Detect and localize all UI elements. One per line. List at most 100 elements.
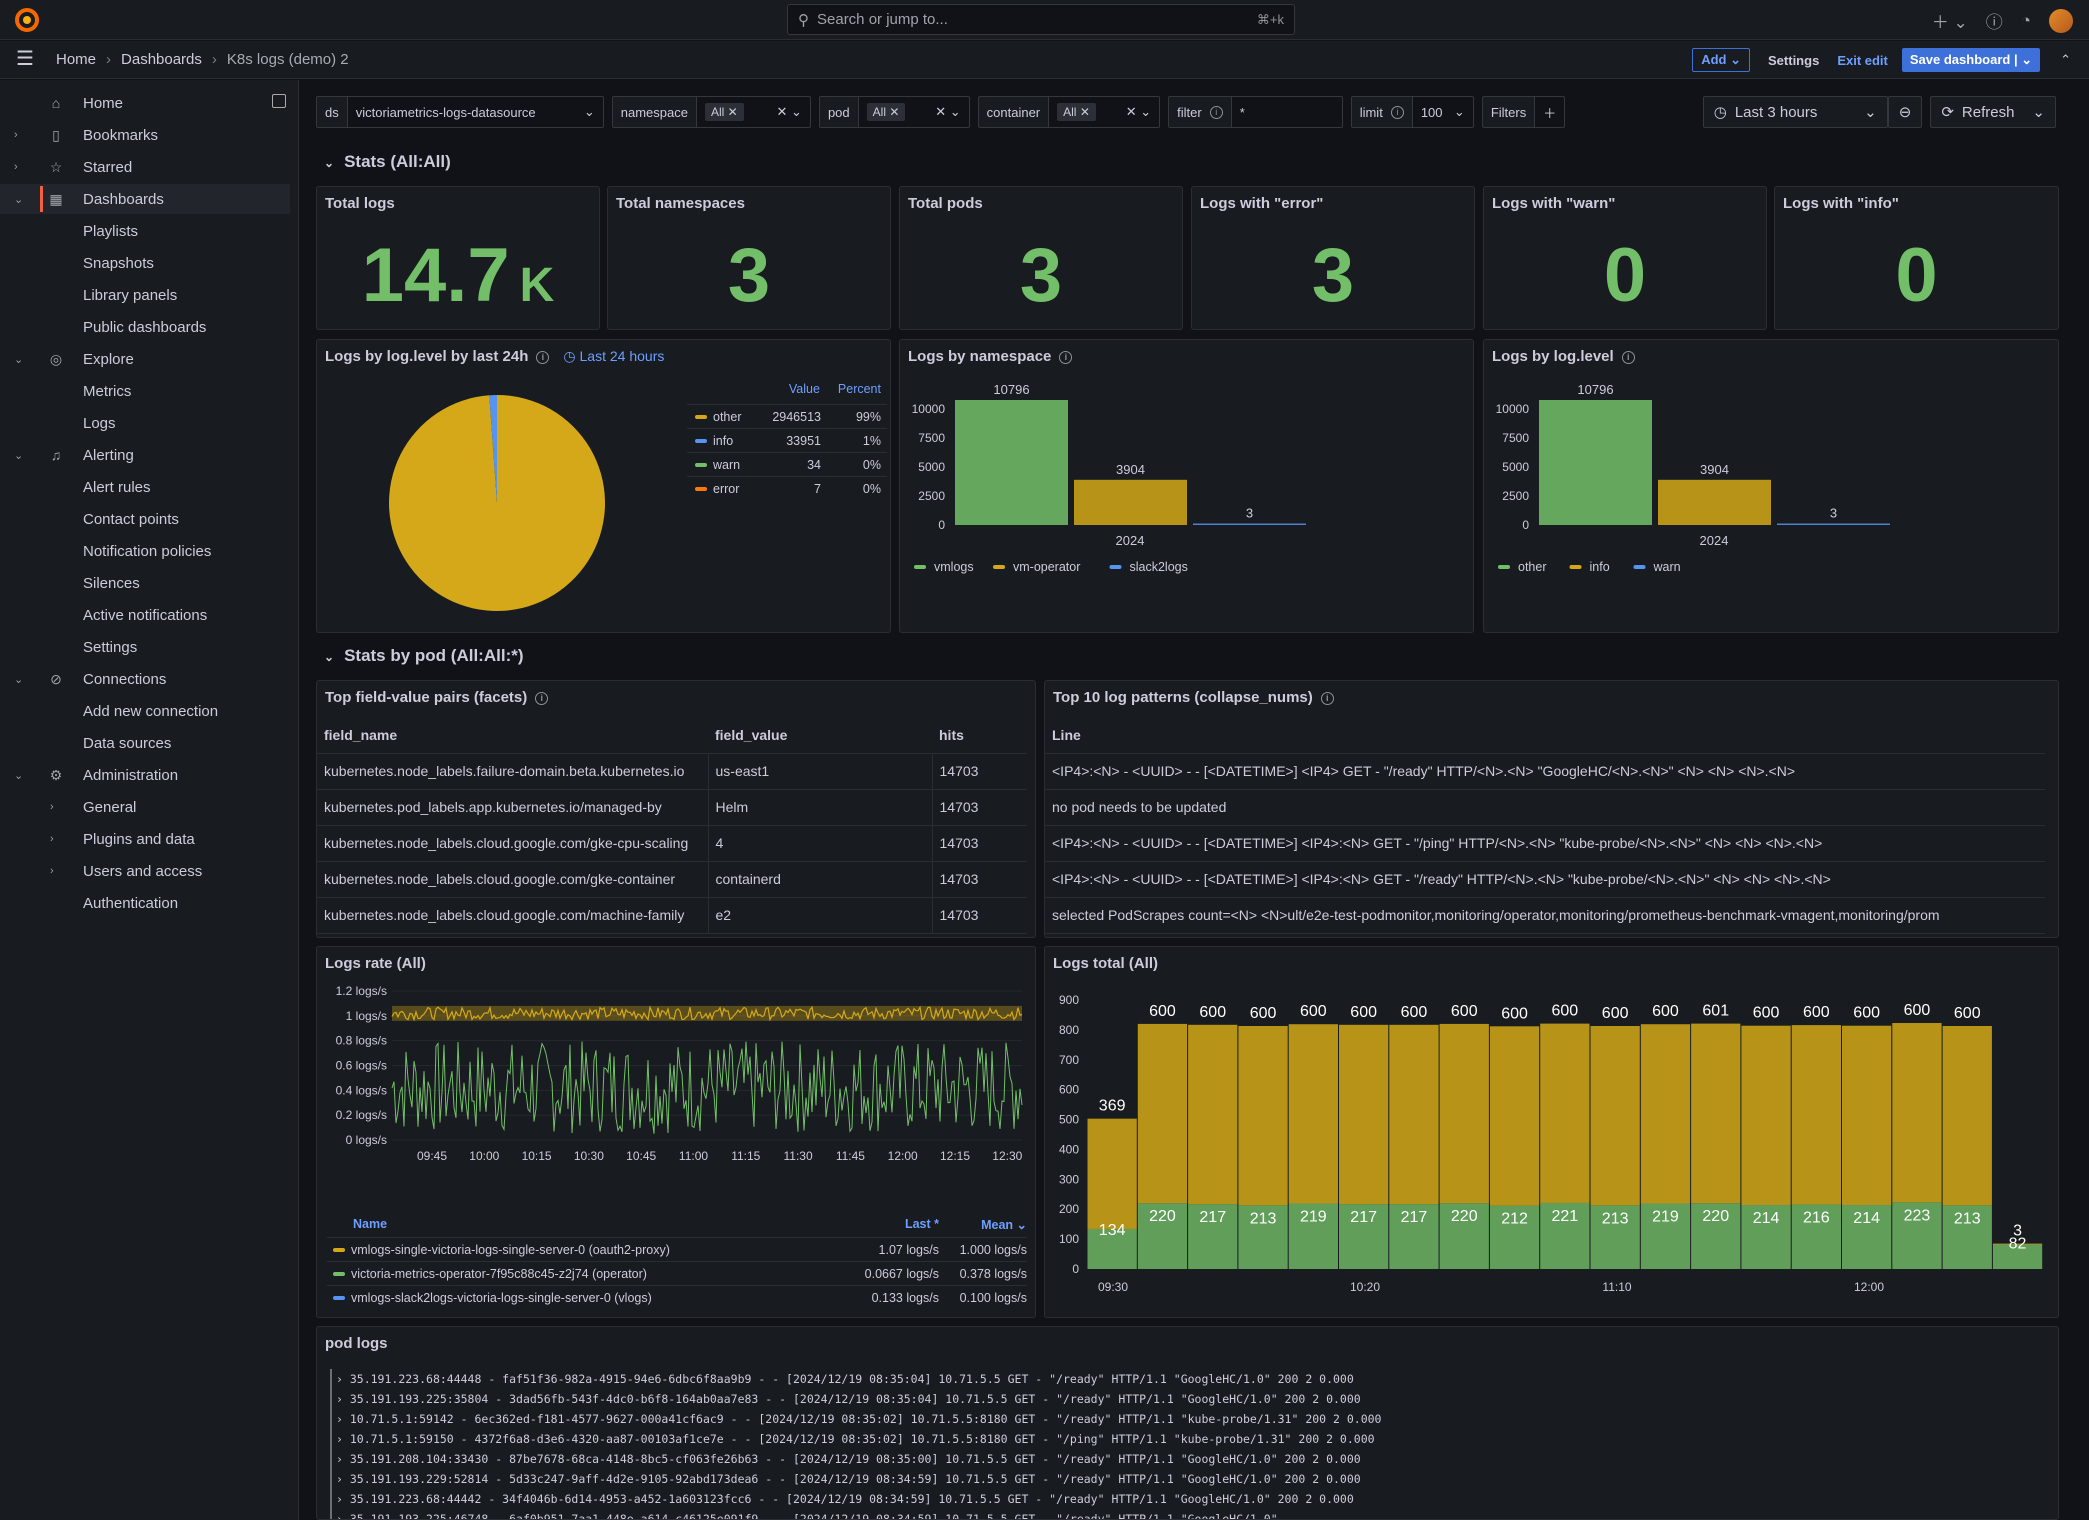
bar-segment-yellow[interactable] <box>1137 1023 1188 1204</box>
sidebar-item-plugins-and-data[interactable]: › Plugins and data <box>0 824 290 854</box>
chevron-right-icon[interactable]: › <box>336 1472 350 1486</box>
legend-item[interactable]: vmlogs <box>934 560 974 574</box>
row-stats[interactable]: ⌄ Stats (All:All) <box>324 152 451 172</box>
var-ds[interactable]: ds victoriametrics-logs-datasource ⌄ <box>316 96 604 128</box>
bar-other[interactable] <box>1539 400 1652 525</box>
col-field-value[interactable]: field_value <box>708 717 932 754</box>
sidebar-item-library-panels[interactable]: Library panels <box>0 280 290 310</box>
sidebar-item-logs[interactable]: Logs <box>0 408 290 438</box>
table-row[interactable]: <IP4>:<N> - <UUID> - - [<DATETIME>] <IP4… <box>1045 861 2045 898</box>
bar-segment-yellow[interactable] <box>1540 1023 1590 1203</box>
sidebar-item-general[interactable]: › General <box>0 792 290 822</box>
bar-segment-yellow[interactable] <box>1288 1024 1338 1204</box>
bar-segment-yellow[interactable] <box>1942 1026 1992 1206</box>
bar-slack2logs[interactable] <box>1193 523 1306 526</box>
chevron-right-icon[interactable]: › <box>14 161 18 173</box>
bar-segment-yellow[interactable] <box>1590 1026 1640 1206</box>
breadcrumb-dashboards[interactable]: Dashboards <box>121 51 202 68</box>
pie-legend-row[interactable]: warn 34 0% <box>687 452 887 476</box>
bar-segment-yellow[interactable] <box>1439 1023 1489 1204</box>
chevron-right-icon[interactable]: › <box>336 1512 350 1519</box>
log-line[interactable]: › 35.191.223.68:44442 - 34f4046b-6d14-49… <box>330 1489 2050 1509</box>
sidebar-item-connections[interactable]: ⌄ ⊘ Connections <box>0 664 290 694</box>
refresh-button[interactable]: ⟳ Refresh ⌄ <box>1930 96 2056 128</box>
breadcrumb-home[interactable]: Home <box>56 51 96 68</box>
chevron-down-icon[interactable]: ⌄ <box>14 193 23 206</box>
clear-icon[interactable]: ✕ ⌄ <box>777 104 802 120</box>
log-line[interactable]: › 10.71.5.1:59142 - 6ec362ed-f181-4577-9… <box>330 1409 2050 1429</box>
bar-vmlogs[interactable] <box>955 400 1068 525</box>
sidebar-item-metrics[interactable]: Metrics <box>0 376 290 406</box>
sidebar-item-alerting[interactable]: ⌄ ♫ Alerting <box>0 440 290 470</box>
chevron-right-icon[interactable]: › <box>336 1492 350 1506</box>
var-container-chip[interactable]: All ✕ <box>1057 103 1096 121</box>
log-line[interactable]: › 35.191.193.225:35804 - 3dad56fb-543f-4… <box>330 1389 2050 1409</box>
bar-segment-yellow[interactable] <box>1892 1023 1942 1203</box>
var-filter[interactable]: filter i * <box>1168 96 1343 128</box>
legend-item[interactable]: vm-operator <box>1013 560 1080 574</box>
legend-item[interactable]: slack2logs <box>1130 560 1188 574</box>
var-namespace-chip[interactable]: All ✕ <box>704 103 744 121</box>
sidebar-item-bookmarks[interactable]: › ▯ Bookmarks <box>0 120 290 150</box>
var-limit[interactable]: limit i 100 ⌄ <box>1350 96 1474 128</box>
bar-segment-yellow[interactable] <box>1339 1024 1389 1205</box>
sidebar-item-silences[interactable]: Silences <box>0 568 290 598</box>
series-operator-line[interactable] <box>391 1041 1023 1134</box>
add-button[interactable]: Add ⌄ <box>1692 48 1751 72</box>
chevron-down-icon[interactable]: ⌄ <box>14 353 23 366</box>
bar-segment-yellow[interactable] <box>1489 1026 1540 1206</box>
pie-legend-row[interactable]: error 7 0% <box>687 476 887 500</box>
sidebar-item-authentication[interactable]: Authentication <box>0 888 290 918</box>
sidebar-item-playlists[interactable]: Playlists <box>0 216 290 246</box>
sidebar-item-explore[interactable]: ⌄ ◎ Explore <box>0 344 290 374</box>
sidebar-item-dashboards[interactable]: ⌄ ▦ Dashboards <box>0 184 290 214</box>
chevron-right-icon[interactable]: › <box>14 129 18 141</box>
var-pod-chip[interactable]: All ✕ <box>866 103 906 121</box>
rate-col-name[interactable]: Name <box>353 1217 387 1237</box>
log-line[interactable]: › 35.191.193.225:46748 - 6af0b951-7aa1-4… <box>330 1509 2050 1519</box>
bar-segment-yellow[interactable] <box>1087 1118 1137 1229</box>
sidebar-item-starred[interactable]: › ☆ Starred <box>0 152 290 182</box>
col-line[interactable]: Line <box>1045 717 2045 754</box>
chevron-right-icon[interactable]: › <box>336 1412 350 1426</box>
log-line[interactable]: › 35.191.208.104:33430 - 87be7678-68ca-4… <box>330 1449 2050 1469</box>
rate-col-last[interactable]: Last * <box>869 1217 939 1237</box>
chevron-right-icon[interactable]: › <box>50 801 54 813</box>
chevron-down-icon[interactable]: ⌄ <box>14 673 23 686</box>
bar-segment-yellow[interactable] <box>1791 1025 1841 1205</box>
bar-warn[interactable] <box>1777 523 1890 526</box>
sidebar-item-administration[interactable]: ⌄ ⚙ Administration <box>0 760 290 790</box>
sidebar-item-notification-policies[interactable]: Notification policies <box>0 536 290 566</box>
chevron-down-icon[interactable]: ⌄ <box>14 449 23 462</box>
menu-icon[interactable]: ☰ <box>16 49 38 69</box>
sidebar-item-users-and-access[interactable]: › Users and access <box>0 856 290 886</box>
clear-icon[interactable]: ✕ ⌄ <box>935 104 960 120</box>
var-container[interactable]: container All ✕ ✕ ⌄ <box>977 96 1161 128</box>
pie-legend-row[interactable]: other 2946513 99% <box>687 404 887 428</box>
exit-edit-button[interactable]: Exit edit <box>1837 53 1888 68</box>
bar-segment-yellow[interactable] <box>1691 1023 1741 1204</box>
rate-col-mean[interactable]: Mean ⌄ <box>939 1217 1027 1237</box>
sidebar-item-add-new-connection[interactable]: Add new connection <box>0 696 290 726</box>
plus-icon[interactable]: ＋ ⌄ <box>1932 8 1968 33</box>
help-icon[interactable]: ⓘ <box>1986 8 2003 33</box>
search-input[interactable]: ⚲ Search or jump to... ⌘+k <box>787 4 1295 35</box>
var-namespace[interactable]: namespace All ✕ ✕ ⌄ <box>611 96 811 128</box>
sidebar-item-settings[interactable]: Settings <box>0 632 290 662</box>
pie-col-value[interactable]: Value <box>789 382 820 404</box>
zoom-out-button[interactable]: ⊖ <box>1887 96 1923 128</box>
legend-item[interactable]: warn <box>1653 560 1681 574</box>
sidebar-item-alert-rules[interactable]: Alert rules <box>0 472 290 502</box>
log-line[interactable]: › 10.71.5.1:59150 - 4372f6a8-d3e6-4320-a… <box>330 1429 2050 1449</box>
chevron-up-icon[interactable]: ⌃ <box>2060 52 2071 68</box>
chevron-right-icon[interactable]: › <box>336 1392 350 1406</box>
save-dashboard-button[interactable]: Save dashboard | ⌄ <box>1901 48 2041 72</box>
legend-item[interactable]: other <box>1518 560 1547 574</box>
legend-item[interactable]: info <box>1590 560 1610 574</box>
rate-legend-row[interactable]: vmlogs-single-victoria-logs-single-serve… <box>327 1237 1027 1261</box>
sidebar-item-data-sources[interactable]: Data sources <box>0 728 290 758</box>
bar-vm-operator[interactable] <box>1074 479 1187 525</box>
table-row[interactable]: no pod needs to be updated <box>1045 789 2045 826</box>
sidebar-item-home[interactable]: ⌂ Home <box>0 88 290 118</box>
sidebar-item-contact-points[interactable]: Contact points <box>0 504 290 534</box>
